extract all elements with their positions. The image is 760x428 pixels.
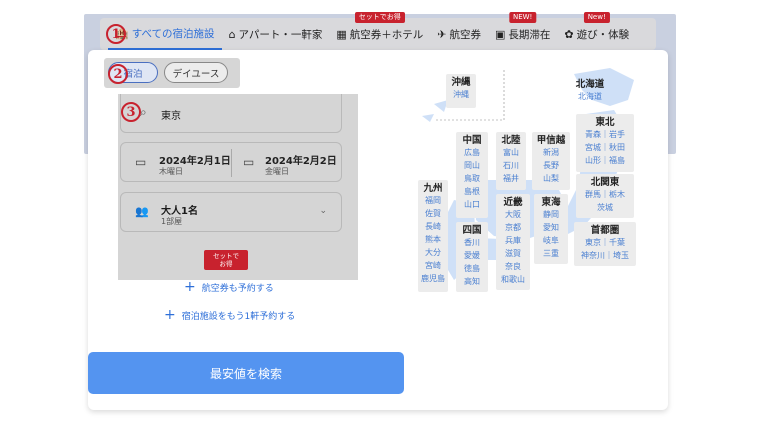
pref-link[interactable]: 香川 [456, 236, 488, 249]
region-tohoku: 東北 青森｜岩手 宮城｜秋田 山形｜福島 [576, 114, 634, 172]
annotation-marker-3: 3 [121, 102, 141, 122]
region-hokuriku: 北陸 富山 石川 福井 [496, 132, 526, 190]
date-range-field[interactable]: ▭ 2024年2月1日 木曜日 ▭ 2024年2月2日 金曜日 [120, 142, 342, 182]
tab-flight-hotel[interactable]: セットでお得 ▦ 航空券＋ホテル [329, 12, 430, 50]
pref-link[interactable]: 熊本 [418, 233, 448, 246]
pref-link[interactable]: 大阪 [496, 208, 530, 221]
checkout-weekday: 金曜日 [265, 167, 289, 176]
pref-link[interactable]: 高知 [456, 275, 488, 288]
pref-link[interactable]: 群馬｜栃木 [576, 188, 634, 201]
house-icon: ⌂ [228, 27, 236, 41]
plus-icon: + [184, 279, 196, 295]
plus-icon: + [164, 307, 176, 323]
pref-link[interactable]: 青森｜岩手 [576, 128, 634, 141]
pref-link[interactable]: 神奈川｜埼玉 [574, 249, 636, 262]
region-koshinetsu: 甲信越 新潟 長野 山梨 [532, 132, 570, 190]
checkin-weekday: 木曜日 [159, 167, 183, 176]
destination-field[interactable]: ⌕ 東京 [120, 94, 342, 133]
pref-link[interactable]: 鹿児島 [418, 272, 448, 285]
annotation-marker-1: 1 [106, 24, 126, 44]
tab-flights[interactable]: ✈ 航空券 [430, 18, 488, 50]
activity-icon: ✿ [564, 27, 574, 41]
pref-link[interactable]: 和歌山 [496, 273, 530, 286]
search-button[interactable]: 最安値を検索 [88, 352, 404, 394]
deal-badge: セットでお得 [354, 12, 405, 23]
pref-link[interactable]: 広島 [456, 146, 488, 159]
pref-link[interactable]: 福岡 [418, 194, 448, 207]
annotation-marker-2: 2 [108, 64, 128, 84]
calendar-icon: ▣ [494, 27, 506, 41]
tab-activities[interactable]: New! ✿ 遊び・体験 [557, 12, 636, 50]
pref-link[interactable]: 三重 [534, 247, 568, 260]
pref-link[interactable]: 石川 [496, 159, 526, 172]
checkin-date[interactable]: 2024年2月1日 [159, 152, 231, 167]
region-kyushu: 九州 福岡 佐賀 長崎 熊本 大分 宮崎 鹿児島 [418, 180, 448, 292]
set-deal-badge: セットで お得 [204, 250, 248, 270]
region-tokai: 東海 静岡 愛知 岐阜 三重 [534, 194, 568, 264]
chevron-down-icon: ⌄ [319, 206, 327, 216]
date-divider [231, 149, 232, 177]
destination-value: 東京 [161, 111, 181, 122]
add-flight-link[interactable]: + 航空券も予約する [184, 280, 274, 294]
region-okinawa: 沖縄 沖縄 [446, 74, 476, 108]
add-another-hotel-link[interactable]: + 宿泊施設をもう1軒予約する [164, 308, 295, 322]
pref-link[interactable]: 静岡 [534, 208, 568, 221]
pref-link[interactable]: 山梨 [532, 172, 570, 185]
pref-link[interactable]: 佐賀 [418, 207, 448, 220]
region-kinki: 近畿 大阪 京都 兵庫 滋賀 奈良 和歌山 [496, 194, 530, 290]
pref-link[interactable]: 島根 [456, 185, 488, 198]
pref-link[interactable]: 東京｜千葉 [574, 236, 636, 249]
checkout-date[interactable]: 2024年2月2日 [265, 152, 337, 167]
guests-count: 大人1名 [161, 206, 198, 217]
new-badge: New! [583, 12, 610, 23]
region-shutoken: 首都圏 東京｜千葉 神奈川｜埼玉 [574, 222, 636, 266]
pref-link[interactable]: 長野 [532, 159, 570, 172]
calendar-icon: ▭ [243, 155, 255, 169]
region-hokkaido: 北海道 北海道 [572, 76, 608, 106]
pref-link[interactable]: 新潟 [532, 146, 570, 159]
pref-link[interactable]: 兵庫 [496, 234, 530, 247]
pref-link[interactable]: 富山 [496, 146, 526, 159]
package-icon: ▦ [336, 27, 347, 41]
pref-link[interactable]: 山形｜福島 [576, 154, 634, 167]
pref-link[interactable]: 徳島 [456, 262, 488, 275]
region-chugoku: 中国 広島 岡山 鳥取 島根 山口 [456, 132, 488, 218]
new-badge: NEW! [508, 12, 537, 23]
tab-apartments[interactable]: ⌂ アパート・一軒家 [222, 18, 330, 50]
search-icon: ⌕ [140, 105, 147, 119]
pref-link[interactable]: 岐阜 [534, 234, 568, 247]
pref-link[interactable]: 愛知 [534, 221, 568, 234]
pref-link[interactable]: 京都 [496, 221, 530, 234]
pref-link[interactable]: 福井 [496, 172, 526, 185]
pref-link[interactable]: 沖縄 [446, 88, 476, 101]
pref-link[interactable]: 岡山 [456, 159, 488, 172]
booking-widget: 🏨 すべての宿泊施設 ⌂ アパート・一軒家 セットでお得 ▦ 航空券＋ホテル ✈… [0, 0, 760, 428]
pref-link[interactable]: 宮城｜秋田 [576, 141, 634, 154]
airplane-icon: ✈ [437, 27, 447, 41]
pref-link[interactable]: 北海道 [572, 90, 608, 103]
pref-link[interactable]: 茨城 [576, 201, 634, 214]
pref-link[interactable]: 宮崎 [418, 259, 448, 272]
pref-link[interactable]: 大分 [418, 246, 448, 259]
region-kitakanto: 北関東 群馬｜栃木 茨城 [576, 174, 634, 218]
category-tabs: 🏨 すべての宿泊施設 ⌂ アパート・一軒家 セットでお得 ▦ 航空券＋ホテル ✈… [100, 12, 656, 50]
pref-link[interactable]: 長崎 [418, 220, 448, 233]
dayuse-toggle-button[interactable]: デイユース [164, 62, 228, 83]
region-shikoku: 四国 香川 愛媛 徳島 高知 [456, 222, 488, 292]
tab-long-stay[interactable]: NEW! ▣ 長期滞在 [488, 12, 557, 50]
pref-link[interactable]: 滋賀 [496, 247, 530, 260]
pref-link[interactable]: 山口 [456, 198, 488, 211]
pref-link[interactable]: 奈良 [496, 260, 530, 273]
guests-rooms-field[interactable]: 👥 大人1名 1部屋 ⌄ [120, 192, 342, 232]
rooms-count: 1部屋 [161, 217, 183, 226]
pref-link[interactable]: 鳥取 [456, 172, 488, 185]
people-icon: 👥 [135, 205, 149, 218]
calendar-icon: ▭ [135, 155, 147, 169]
pref-link[interactable]: 愛媛 [456, 249, 488, 262]
